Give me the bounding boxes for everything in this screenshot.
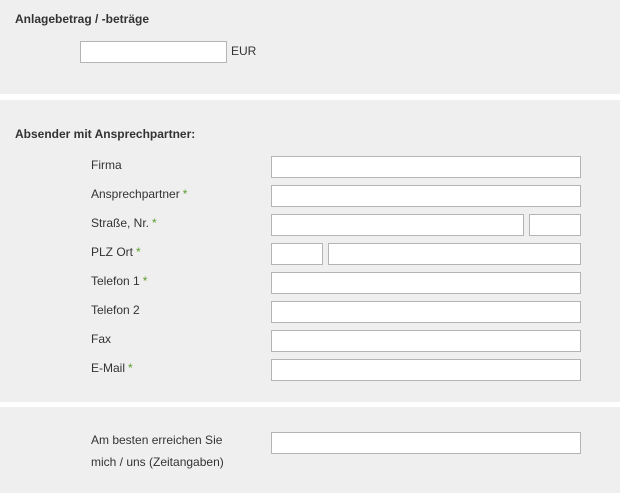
reachability-label: Am besten erreichen Sie mich / uns (Zeit… bbox=[91, 429, 261, 473]
reachability-label-line2: mich / uns (Zeitangaben) bbox=[91, 455, 224, 469]
firma-label-text: Firma bbox=[91, 158, 122, 172]
ansprechpartner-input[interactable] bbox=[271, 185, 581, 207]
required-marker: * bbox=[142, 274, 148, 288]
ansprechpartner-label-text: Ansprechpartner bbox=[91, 187, 180, 201]
amount-section-title: Anlagebetrag / -beträge bbox=[15, 12, 150, 26]
strasse-label: Straße, Nr. * bbox=[91, 216, 157, 230]
required-marker: * bbox=[152, 216, 157, 230]
plz-ort-label-text: PLZ Ort bbox=[91, 245, 134, 259]
street-input[interactable] bbox=[271, 214, 524, 236]
telefon2-label: Telefon 2 bbox=[91, 303, 140, 317]
sender-section-title: Absender mit Ansprechpartner: bbox=[15, 127, 196, 141]
telefon2-label-text: Telefon 2 bbox=[91, 303, 140, 317]
fax-label: Fax bbox=[91, 332, 111, 346]
email-label: E-Mail * bbox=[91, 361, 133, 375]
strasse-label-text: Straße, Nr. bbox=[91, 216, 150, 230]
telefon1-label-text: Telefon 1 bbox=[91, 274, 140, 288]
sender-panel: Absender mit Ansprechpartner: Firma Ansp… bbox=[0, 100, 620, 402]
plz-input[interactable] bbox=[271, 243, 323, 265]
email-input[interactable] bbox=[271, 359, 581, 381]
required-marker: * bbox=[136, 245, 141, 259]
telefon1-label: Telefon 1 * bbox=[91, 274, 147, 288]
reachability-panel: Am besten erreichen Sie mich / uns (Zeit… bbox=[0, 407, 620, 493]
reachability-label-line1: Am besten erreichen Sie bbox=[91, 433, 223, 447]
fax-label-text: Fax bbox=[91, 332, 112, 346]
firma-label: Firma bbox=[91, 158, 122, 172]
email-label-text: E-Mail bbox=[91, 361, 126, 375]
required-marker: * bbox=[128, 361, 133, 375]
telefon1-input[interactable] bbox=[271, 272, 581, 294]
ort-input[interactable] bbox=[328, 243, 581, 265]
required-marker: * bbox=[182, 187, 188, 201]
fax-input[interactable] bbox=[271, 330, 581, 352]
firma-input[interactable] bbox=[271, 156, 581, 178]
reachability-input[interactable] bbox=[271, 432, 581, 454]
amount-input[interactable] bbox=[80, 41, 227, 63]
currency-label: EUR bbox=[231, 44, 257, 58]
amount-panel: Anlagebetrag / -beträge EUR bbox=[0, 0, 620, 94]
plz-ort-label: PLZ Ort * bbox=[91, 245, 141, 259]
ansprechpartner-label: Ansprechpartner * bbox=[91, 187, 187, 201]
house-number-input[interactable] bbox=[529, 214, 581, 236]
telefon2-input[interactable] bbox=[271, 301, 581, 323]
